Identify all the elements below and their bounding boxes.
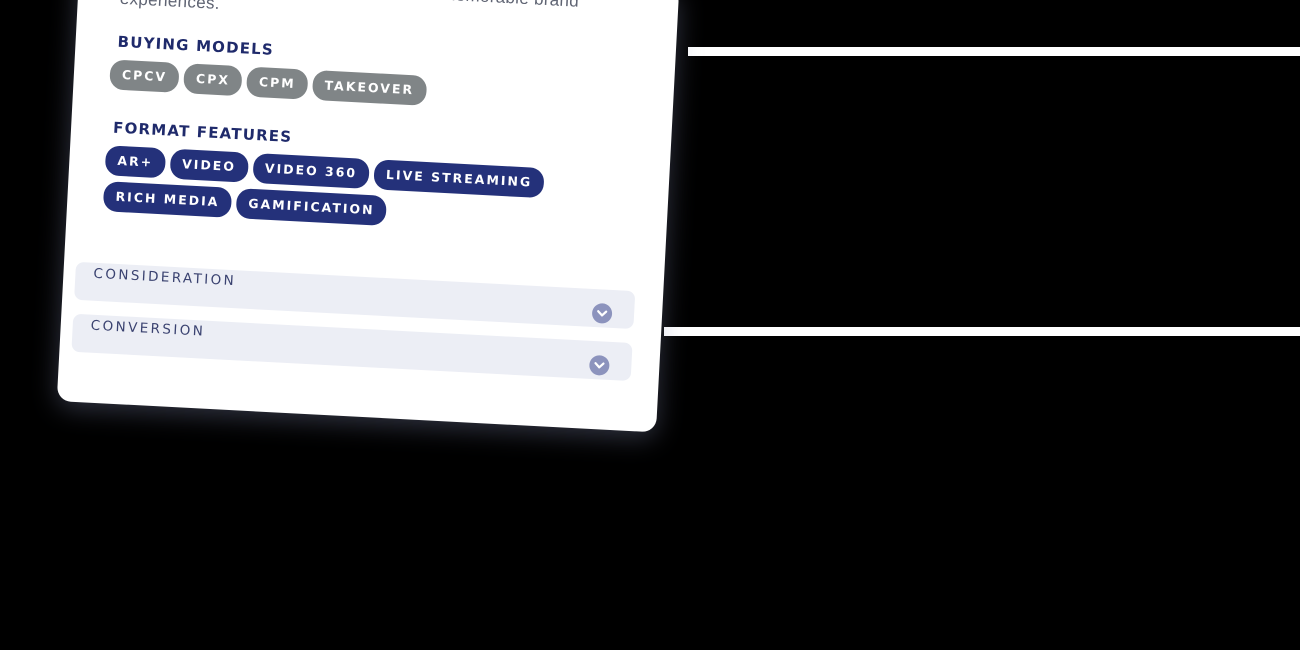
- buying-model-tag-cpx: CPX: [183, 63, 243, 97]
- format-feature-tag-gamification: GAMIFICATION: [235, 188, 388, 226]
- buying-model-tag-takeover: TAKEOVER: [311, 69, 427, 106]
- accordion-label: CONSIDERATION: [93, 265, 237, 290]
- chevron-down-icon[interactable]: [588, 354, 610, 376]
- format-feature-tag-video-360: VIDEO 360: [252, 152, 370, 190]
- format-feature-tag-rich-media: RICH MEDIA: [102, 181, 233, 218]
- buying-model-tag-cpm: CPM: [246, 66, 309, 100]
- format-features-heading: FORMAT FEATURES: [112, 118, 293, 146]
- format-feature-tag-live-streaming: LIVE STREAMING: [373, 159, 545, 199]
- format-features-list: AR+ VIDEO VIDEO 360 LIVE STREAMING RICH …: [102, 145, 576, 236]
- white-divider-strip: [688, 47, 1300, 56]
- format-feature-tag-ar: AR+: [104, 145, 166, 179]
- buying-models-list: CPCV CPX CPM TAKEOVER: [109, 59, 530, 111]
- buying-model-tag-cpcv: CPCV: [109, 59, 180, 93]
- format-description: quality views & high dwell time to deliv…: [119, 0, 580, 13]
- screenshot-stage: quality views & high dwell time to deliv…: [0, 0, 1300, 650]
- chevron-down-icon[interactable]: [591, 302, 613, 324]
- accordion-label: CONVERSION: [90, 317, 206, 340]
- buying-models-heading: BUYING MODELS: [117, 32, 275, 59]
- format-feature-tag-video: VIDEO: [169, 148, 249, 183]
- format-card: quality views & high dwell time to deliv…: [56, 0, 680, 433]
- white-divider-strip: [664, 327, 1300, 336]
